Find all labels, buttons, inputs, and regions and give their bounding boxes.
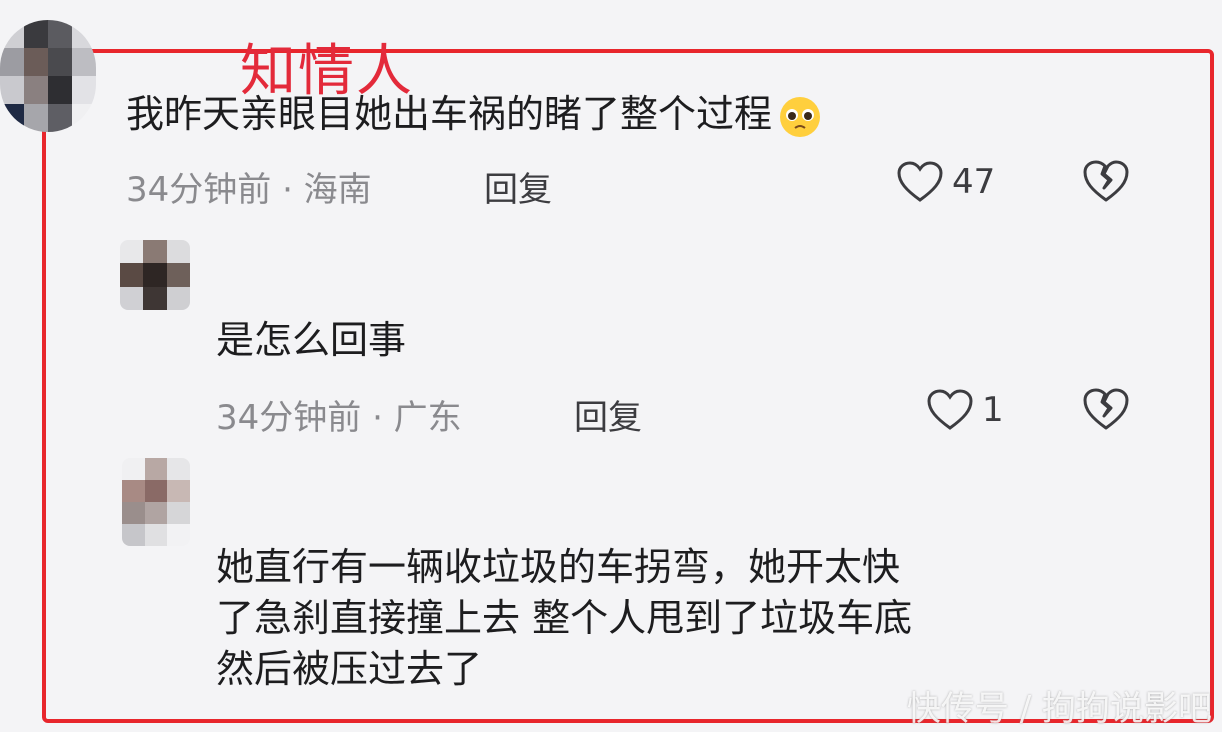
broken-heart-icon[interactable] bbox=[1082, 386, 1130, 432]
comment-line: 她直行有一辆收垃圾的车拐弯，她开太快 bbox=[216, 545, 901, 589]
like-count: 1 bbox=[982, 390, 1004, 430]
comment-meta: 34分钟前 · 广东 bbox=[216, 398, 462, 438]
heart-outline-icon bbox=[897, 161, 943, 202]
avatar[interactable] bbox=[0, 20, 96, 132]
reply-button[interactable]: 回复 bbox=[574, 390, 642, 439]
comment-meta: 34分钟前 · 海南 bbox=[126, 170, 372, 210]
pleading-face-emoji-icon bbox=[780, 96, 821, 137]
like-button[interactable]: 47 bbox=[896, 160, 995, 204]
comment-text: 我昨天亲眼目她出车祸的睹了整个过程 bbox=[126, 92, 822, 139]
reply-button[interactable]: 回复 bbox=[484, 162, 552, 211]
like-count: 47 bbox=[952, 162, 996, 202]
broken-heart-icon[interactable] bbox=[1082, 158, 1130, 204]
comment-line: 了急刹直接撞上去 整个人甩到了垃圾车底 bbox=[216, 596, 913, 640]
avatar[interactable] bbox=[122, 458, 190, 546]
comment-text: 她直行有一辆收垃圾的车拐弯，她开太快 了急刹直接撞上去 整个人甩到了垃圾车底 然… bbox=[216, 542, 1116, 695]
like-button[interactable]: 1 bbox=[926, 388, 1004, 432]
comment-text: 是怎么回事 bbox=[216, 318, 407, 362]
heart-outline-icon bbox=[927, 389, 973, 430]
watermark: 快传号 / 拘拘说影吧 bbox=[906, 689, 1212, 729]
avatar[interactable] bbox=[120, 240, 190, 310]
